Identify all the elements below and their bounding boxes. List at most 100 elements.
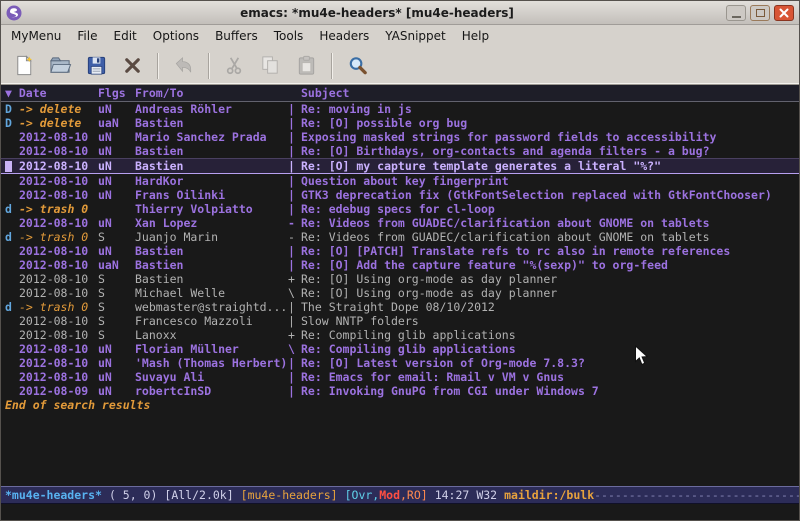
echo-area — [1, 504, 799, 520]
emacs-window: emacs: *mu4e-headers* [mu4e-headers] MyM… — [0, 0, 800, 521]
column-headers: ▼ Date Flgs From/To Subject — [1, 85, 799, 102]
toolbar-new-file-button[interactable] — [9, 51, 39, 81]
message-flags: uN — [98, 216, 135, 230]
toolbar-copy-button — [255, 51, 285, 81]
message-date: 2012-08-10 — [19, 159, 98, 173]
message-flags: uN — [98, 384, 135, 398]
message-from: Bastien — [135, 116, 288, 130]
message-row[interactable]: d-> trash 0Thierry Volpiatto|Re: edebug … — [1, 202, 799, 216]
message-from: Bastien — [135, 272, 288, 286]
message-row[interactable]: d-> trash 0Swebmaster@straightd...|The S… — [1, 300, 799, 314]
thread-char: - — [288, 230, 301, 244]
message-row[interactable]: 2012-08-10SLanoxx+Re: Compiling glib app… — [1, 328, 799, 342]
thread-char: | — [288, 159, 301, 173]
thread-char: | — [288, 144, 301, 158]
menu-item-file[interactable]: File — [69, 26, 105, 46]
close-icon[interactable] — [774, 5, 794, 21]
toolbar-save-button[interactable] — [81, 51, 111, 81]
message-flags: uN — [98, 342, 135, 356]
message-mark: D — [5, 102, 19, 116]
minimize-icon[interactable] — [726, 5, 746, 21]
undo-icon — [172, 54, 195, 77]
column-header-flags[interactable]: Flgs — [98, 85, 135, 101]
message-date: 2012-08-10 — [19, 370, 98, 384]
message-mark — [5, 314, 19, 328]
mu4e-headers-buffer: ▼ Date Flgs From/To Subject D-> deleteuN… — [1, 85, 799, 486]
message-subject: Re: Compiling glib applications — [301, 342, 799, 356]
message-flags: uN — [98, 159, 135, 173]
message-subject: Re: Invoking GnuPG from CGI under Window… — [301, 384, 799, 398]
message-row[interactable]: 2012-08-09uNrobertcInSD|Re: Invoking Gnu… — [1, 384, 799, 398]
message-date: 2012-08-10 — [19, 314, 98, 328]
thread-char: \ — [288, 342, 301, 356]
toolbar-open-file-button[interactable] — [45, 51, 75, 81]
search-icon — [346, 54, 369, 77]
modeline[interactable]: *mu4e-headers*( 5, 0)[All/2.0k][mu4e-hea… — [1, 486, 799, 504]
menubar: MyMenu File Edit Options Buffers Tools H… — [1, 25, 799, 47]
message-from: Florian Müllner — [135, 342, 288, 356]
message-row[interactable]: D-> deleteuaNBastien|Re: [O] possible or… — [1, 116, 799, 130]
message-row[interactable]: 2012-08-10uNMario Sanchez Prada|Exposing… — [1, 130, 799, 144]
message-row[interactable]: 2012-08-10uNXan Lopez-Re: Videos from GU… — [1, 216, 799, 230]
modeline-readonly-flag: ,RO] — [400, 488, 428, 502]
message-date: -> trash 0 — [19, 300, 98, 314]
message-subject: Re: moving in js — [301, 102, 799, 116]
menu-item-options[interactable]: Options — [145, 26, 207, 46]
message-row[interactable]: 2012-08-10SFrancesco Mazzoli|Slow NNTP f… — [1, 314, 799, 328]
message-mark — [5, 244, 19, 258]
message-row[interactable]: 2012-08-10uNBastien|Re: [O] my capture t… — [1, 158, 799, 174]
message-row[interactable]: 2012-08-10uNFlorian Müllner\Re: Compilin… — [1, 342, 799, 356]
message-subject: Re: [O] Latest version of Org-mode 7.8.3… — [301, 356, 799, 370]
column-header-from[interactable]: From/To — [135, 85, 288, 101]
toolbar-kill-buffer-button[interactable] — [117, 51, 147, 81]
message-date: -> trash 0 — [19, 230, 98, 244]
column-header-date[interactable]: ▼ Date — [5, 85, 98, 101]
message-flags: uN — [98, 102, 135, 116]
menu-item-tools[interactable]: Tools — [266, 26, 312, 46]
menu-item-mymenu[interactable]: MyMenu — [3, 26, 69, 46]
message-from: Bastien — [135, 258, 288, 272]
message-row[interactable]: 2012-08-10uN'Mash (Thomas Herbert)|Re: [… — [1, 356, 799, 370]
message-row[interactable]: 2012-08-10uaNBastien|Re: [O] Add the cap… — [1, 258, 799, 272]
message-mark — [5, 272, 19, 286]
message-date: -> delete — [19, 102, 98, 116]
menu-item-help[interactable]: Help — [454, 26, 497, 46]
menu-item-yasnippet[interactable]: YASnippet — [377, 26, 454, 46]
menu-item-buffers[interactable]: Buffers — [207, 26, 266, 46]
message-row[interactable]: 2012-08-10uNFrans Oilinki|GTK3 deprecati… — [1, 188, 799, 202]
message-row[interactable]: 2012-08-10SMichael Welle\Re: [O] Using o… — [1, 286, 799, 300]
cut-icon — [223, 54, 246, 77]
menu-item-headers[interactable]: Headers — [311, 26, 377, 46]
message-row[interactable]: d-> trash 0SJuanjo Marin-Re: Videos from… — [1, 230, 799, 244]
toolbar-search-button[interactable] — [342, 51, 372, 81]
toolbar — [1, 47, 799, 85]
maximize-icon[interactable] — [750, 5, 770, 21]
message-row[interactable]: 2012-08-10uNSuvayu Ali|Re: Emacs for ema… — [1, 370, 799, 384]
message-date: 2012-08-10 — [19, 188, 98, 202]
message-from: Mario Sanchez Prada — [135, 130, 288, 144]
message-row[interactable]: 2012-08-10uNHardKor|Question about key f… — [1, 174, 799, 188]
thread-char: | — [288, 130, 301, 144]
message-from: Bastien — [135, 244, 288, 258]
kill-buffer-icon — [121, 54, 144, 77]
message-row[interactable]: 2012-08-10SBastien+Re: [O] Using org-mod… — [1, 272, 799, 286]
message-flags: uN — [98, 188, 135, 202]
menu-item-edit[interactable]: Edit — [106, 26, 145, 46]
message-date: 2012-08-10 — [19, 272, 98, 286]
message-row[interactable]: D-> deleteuNAndreas Röhler|Re: moving in… — [1, 102, 799, 116]
message-date: -> trash 0 — [19, 202, 98, 216]
message-date: 2012-08-10 — [19, 144, 98, 158]
message-row[interactable]: 2012-08-10uNBastien|Re: [O] [PATCH] Tran… — [1, 244, 799, 258]
message-mark — [5, 174, 19, 188]
column-header-subject[interactable]: Subject — [301, 85, 799, 101]
toolbar-separator — [208, 53, 210, 79]
message-subject: The Straight Dope 08/10/2012 — [301, 300, 799, 314]
message-row[interactable]: 2012-08-10uNBastien|Re: [O] Birthdays, o… — [1, 144, 799, 158]
titlebar[interactable]: emacs: *mu4e-headers* [mu4e-headers] — [1, 1, 799, 25]
message-flags: uN — [98, 370, 135, 384]
message-subject: Re: [O] my capture template generates a … — [301, 159, 799, 173]
close-x-glyph — [779, 8, 789, 18]
message-mark — [5, 216, 19, 230]
window-title: emacs: *mu4e-headers* [mu4e-headers] — [28, 6, 726, 20]
message-flags — [98, 202, 135, 216]
